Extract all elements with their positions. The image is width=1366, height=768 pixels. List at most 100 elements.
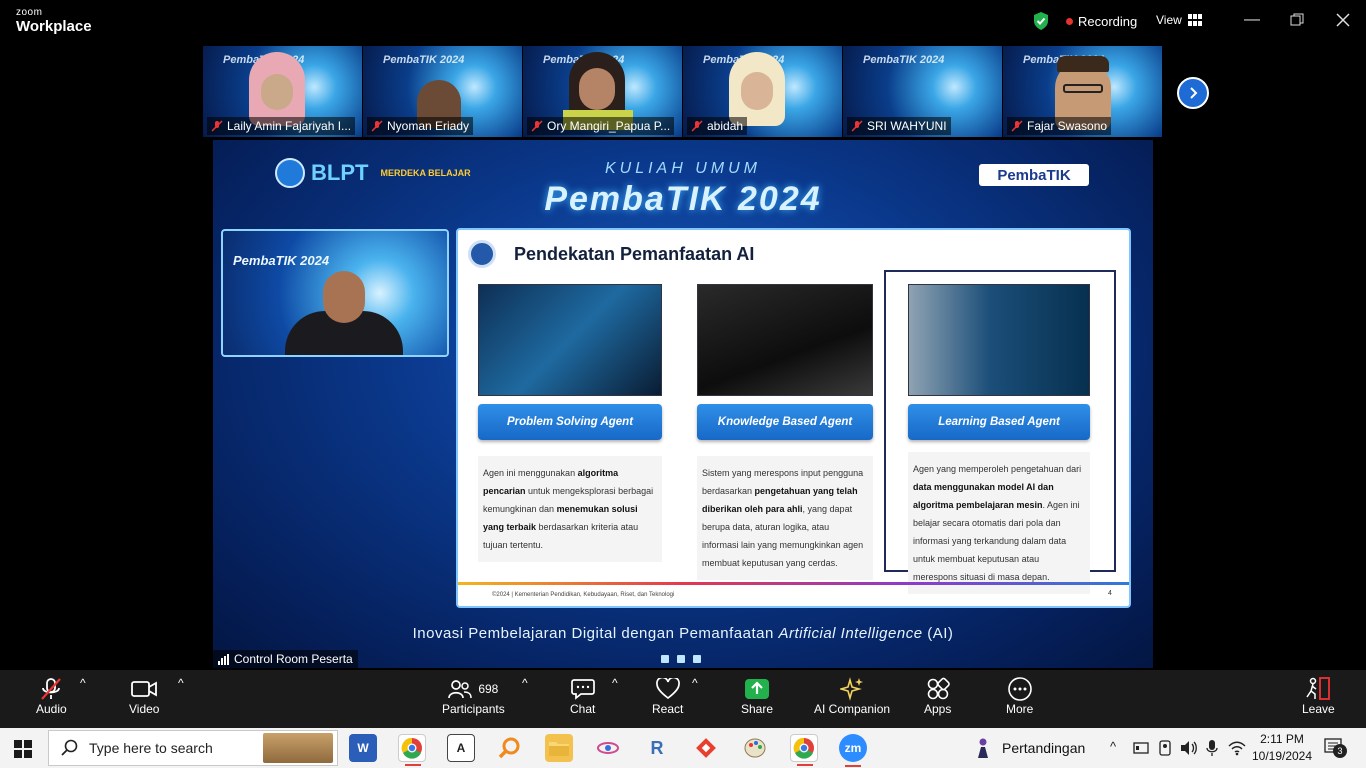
- restore-button[interactable]: [1285, 10, 1309, 30]
- card-problem-solving: Problem Solving Agent Agen ini menggunak…: [478, 284, 662, 562]
- participant-video: [249, 52, 305, 126]
- card-label: Problem Solving Agent: [478, 404, 662, 440]
- chrome-profile-app-icon[interactable]: [790, 734, 818, 766]
- chat-button[interactable]: Chat: [570, 676, 595, 716]
- presenter-head: [323, 271, 365, 323]
- slide-title: Pendekatan Pemanfaatan AI: [514, 244, 755, 264]
- pagination-dots: [661, 655, 701, 663]
- participant-tile[interactable]: PembaTIK 2024 Ory Mangiri_Papua P...: [523, 46, 683, 137]
- video-button[interactable]: Video: [129, 676, 159, 716]
- audio-options-caret[interactable]: ^: [80, 676, 86, 690]
- wifi-icon[interactable]: [1228, 740, 1246, 756]
- tile-banner: PembaTIK 2024: [863, 54, 945, 66]
- share-button[interactable]: Share: [741, 676, 773, 716]
- paint-app-icon[interactable]: [741, 734, 769, 762]
- taskbar-clock[interactable]: 2:11 PM 10/19/2024: [1250, 731, 1314, 765]
- more-button[interactable]: More: [1006, 676, 1033, 716]
- participant-video: [729, 52, 785, 126]
- r-app-icon[interactable]: R: [643, 734, 671, 762]
- word-app-icon[interactable]: W: [349, 734, 377, 762]
- calendar-app-icon[interactable]: A: [447, 734, 475, 762]
- recording-indicator[interactable]: Recording: [1066, 14, 1137, 29]
- tile-banner: PembaTIK 2024: [383, 54, 465, 66]
- close-icon: [1336, 13, 1350, 27]
- restore-icon: [1290, 13, 1304, 26]
- mic-muted-icon: [211, 120, 223, 132]
- next-page-button[interactable]: [1177, 77, 1209, 109]
- card-label: Learning Based Agent: [908, 404, 1090, 440]
- video-options-caret[interactable]: ^: [178, 676, 184, 690]
- taskbar-search[interactable]: Type here to search: [48, 730, 338, 766]
- close-button[interactable]: [1331, 10, 1355, 30]
- search-placeholder: Type here to search: [89, 740, 213, 756]
- meeting-toolbar: Audio ^ Video ^ 698 Participants ^ Chat …: [0, 670, 1366, 728]
- slide-caption: Inovasi Pembelajaran Digital dengan Pema…: [412, 625, 954, 642]
- notification-center-button[interactable]: 3: [1324, 738, 1347, 758]
- participant-tile[interactable]: PembaTIK 2024 SRI WAHYUNI: [843, 46, 1003, 137]
- card-knowledge-based: Knowledge Based Agent Sistem yang meresp…: [697, 284, 873, 580]
- weather-widget[interactable]: Pertandingan: [972, 737, 1085, 759]
- presentation-slide: Pendekatan Pemanfaatan AI Problem Solvin…: [456, 228, 1131, 608]
- presenter-banner: PembaTIK 2024: [233, 253, 330, 268]
- chat-bubble-icon: [570, 679, 595, 700]
- search-tool-icon[interactable]: [496, 734, 524, 762]
- mic-muted-icon: [1011, 120, 1023, 132]
- view-button[interactable]: View: [1156, 13, 1202, 27]
- participant-tile[interactable]: PembaTIK 2024 Fajar Swasono: [1003, 46, 1163, 137]
- file-explorer-icon[interactable]: [545, 734, 573, 762]
- participants-options-caret[interactable]: ^: [522, 676, 528, 690]
- minimize-icon: —: [1244, 11, 1260, 28]
- participant-name: Ory Mangiri_Papua P...: [527, 117, 675, 135]
- participants-button[interactable]: 698 Participants: [442, 676, 505, 716]
- zoom-app-icon[interactable]: zm: [839, 734, 867, 767]
- participant-tile[interactable]: PembaTIK 2024 abidah: [683, 46, 843, 137]
- football-player-icon: [978, 738, 988, 758]
- participant-video: [563, 52, 633, 130]
- shared-screen: BLPT MERDEKA BELAJAR KULIAH UMUM PembaTI…: [213, 140, 1153, 668]
- screen-icon[interactable]: [1133, 741, 1149, 755]
- pembatik-logo: PembaTIK: [979, 164, 1089, 186]
- share-source-label: Control Room Peserta: [213, 650, 358, 668]
- participant-tile[interactable]: PembaTIK 2024 Nyoman Eriady: [363, 46, 523, 137]
- camera-icon[interactable]: [1158, 740, 1172, 756]
- card-label: Knowledge Based Agent: [697, 404, 873, 440]
- audio-button[interactable]: Audio: [36, 676, 67, 716]
- participant-name: SRI WAHYUNI: [847, 117, 951, 135]
- windows-start-icon[interactable]: [14, 740, 32, 758]
- minimize-button[interactable]: —: [1240, 10, 1264, 30]
- record-dot-icon: [1066, 18, 1073, 25]
- zoom-logo: zoom Workplace: [16, 8, 92, 35]
- react-options-caret[interactable]: ^: [692, 676, 698, 690]
- participants-count: 698: [478, 682, 499, 696]
- mic-muted-icon: [41, 678, 62, 700]
- react-button[interactable]: React: [652, 676, 683, 716]
- brand-big: Workplace: [16, 18, 92, 35]
- security-shield-icon[interactable]: [1032, 11, 1050, 31]
- grid-icon: [1187, 14, 1202, 26]
- recording-label: Recording: [1078, 14, 1138, 29]
- participant-name: abidah: [687, 117, 748, 135]
- leave-button[interactable]: Leave: [1302, 676, 1335, 716]
- notification-count: 3: [1333, 744, 1347, 758]
- chat-options-caret[interactable]: ^: [612, 676, 618, 690]
- show-hidden-icons-icon[interactable]: ^: [1110, 739, 1116, 754]
- participant-name: Laily Amin Fajariyah I...: [207, 117, 356, 135]
- search-icon: [61, 739, 78, 756]
- chrome-app-icon[interactable]: [398, 734, 426, 766]
- card-description: Agen yang memperoleh pengetahuan dari da…: [908, 452, 1090, 594]
- presenter-video: PembaTIK 2024: [221, 229, 449, 357]
- ai-brain-image: [908, 284, 1090, 396]
- participant-name: Fajar Swasono: [1007, 117, 1112, 135]
- apps-button[interactable]: Apps: [924, 676, 951, 716]
- video-camera-icon: [131, 681, 158, 697]
- participants-icon: [448, 680, 473, 699]
- speaker-icon[interactable]: [1180, 740, 1198, 756]
- participant-name: Nyoman Eriady: [367, 117, 474, 135]
- network-app-icon[interactable]: [594, 734, 622, 762]
- microphone-icon[interactable]: [1206, 739, 1218, 757]
- chevron-right-icon: [1190, 87, 1198, 99]
- anydesk-app-icon[interactable]: [692, 734, 720, 762]
- ai-companion-button[interactable]: AI Companion: [814, 676, 890, 716]
- clock-date: 10/19/2024: [1251, 749, 1313, 763]
- participant-tile[interactable]: PembaTIK 2024 Laily Amin Fajariyah I...: [203, 46, 363, 137]
